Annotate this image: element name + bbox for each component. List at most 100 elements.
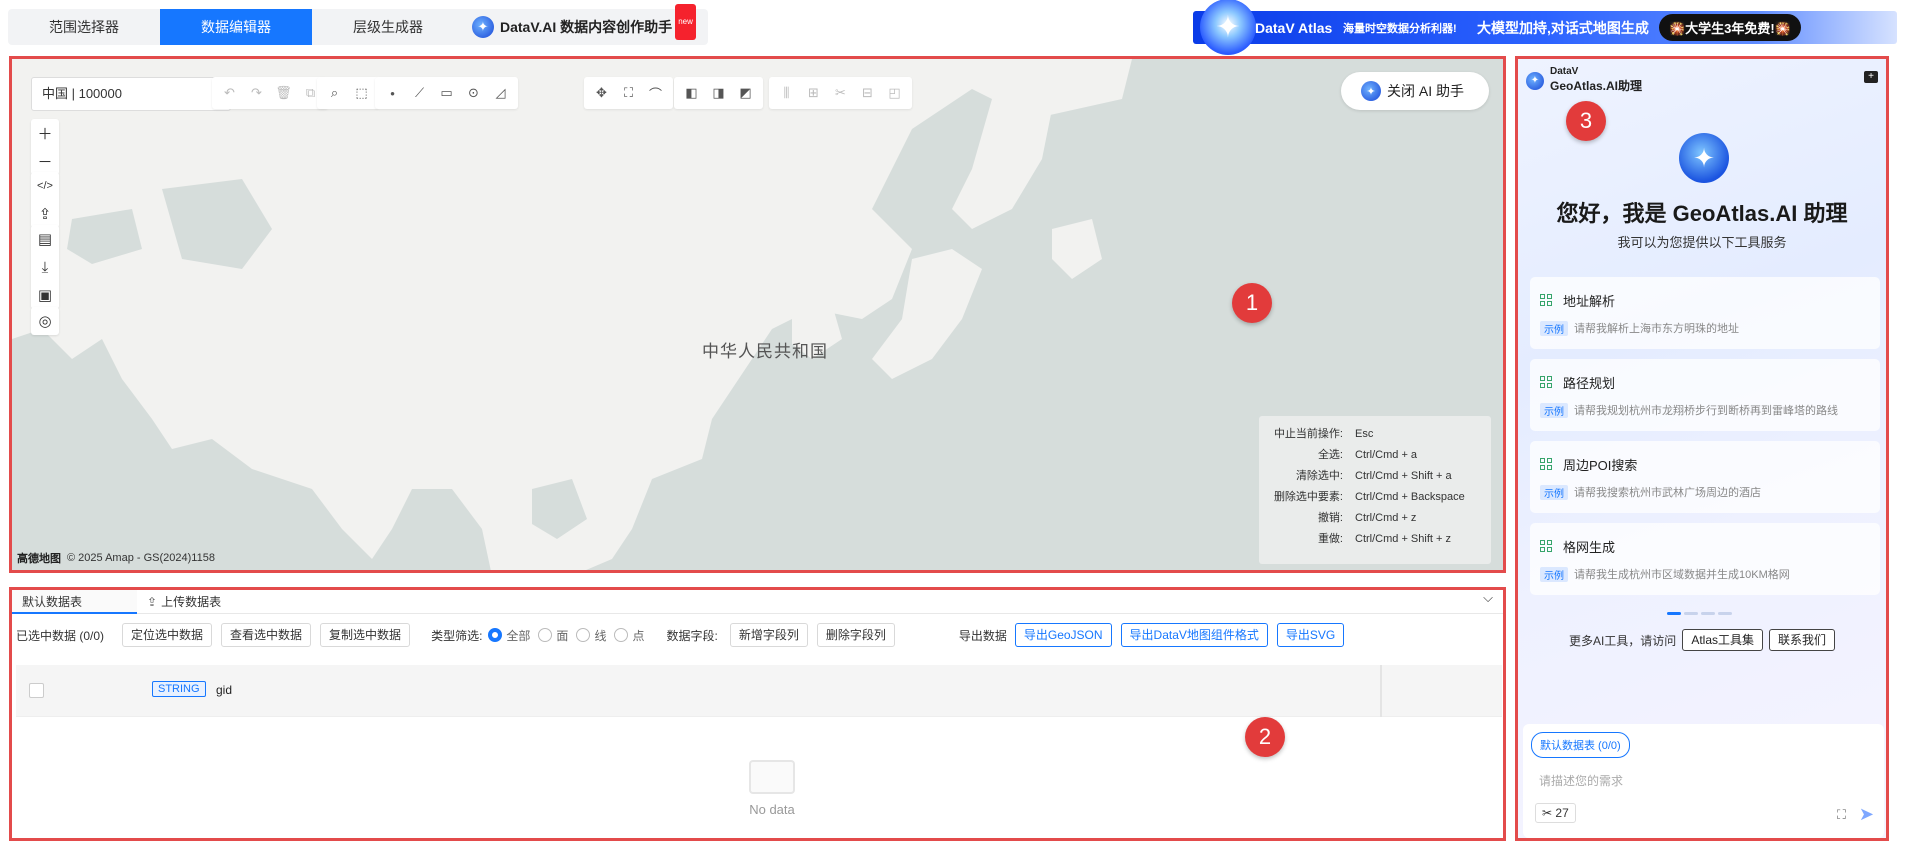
tab-range-selector[interactable]: 范围选择器 bbox=[8, 9, 160, 45]
point-select-icon[interactable]: ⌕ bbox=[321, 79, 348, 107]
shortcut-action: 中止当前操作: bbox=[1273, 428, 1343, 440]
radio-dot bbox=[488, 628, 503, 642]
redo-icon[interactable]: ↷ bbox=[243, 79, 270, 107]
draw-line-icon[interactable]: ⟋ bbox=[406, 79, 433, 107]
example-tag: 示例 bbox=[1540, 402, 1568, 418]
promo-banner[interactable]: ✦ DataV Atlas 海量时空数据分析利器! 大模型加持,对话式地图生成 … bbox=[1193, 0, 1897, 55]
cut-icon[interactable]: ✂ bbox=[827, 79, 854, 107]
map-canvas[interactable]: 中国 | 100000 ⌄ ↶ ↷ 🗑 ⧉ ⌕ ⬚ • ⟋ ▭ ⊙ ◿ ✥ ⛶ … bbox=[9, 56, 1506, 573]
upload-icon: ⇪ bbox=[147, 595, 158, 609]
carousel-dots[interactable] bbox=[1667, 612, 1735, 615]
undo-icon[interactable]: ↶ bbox=[216, 79, 243, 107]
draw-point-icon[interactable]: • bbox=[379, 79, 406, 107]
tab-level-generator[interactable]: 层级生成器 bbox=[312, 9, 464, 45]
tool-card-poi[interactable]: 周边POI搜索 示例 请帮我搜索杭州市武林广场周边的酒店 bbox=[1530, 441, 1880, 513]
ai-greeting: 您好，我是 GeoAtlas.AI 助理 bbox=[1556, 201, 1848, 226]
amap-logo[interactable]: 高德地图 bbox=[17, 550, 61, 566]
union-icon[interactable]: ◧ bbox=[678, 79, 705, 107]
code-icon[interactable]: </> bbox=[31, 172, 59, 200]
shortcut-key: Ctrl/Cmd + a bbox=[1355, 449, 1418, 461]
tab-datav-ai[interactable]: ✦ DataV.AI 数据内容创作助手 new bbox=[464, 4, 708, 45]
filter-all-radio[interactable]: 全部 bbox=[488, 627, 530, 644]
tab-upload-table[interactable]: ⇪ 上传数据表 bbox=[137, 590, 231, 614]
shortcut-help: 中止当前操作: Esc 全选: Ctrl/Cmd + a 清除选中: Ctrl/Cmd… bbox=[1259, 416, 1491, 564]
transform-tools: ✥ ⛶ ⌒ bbox=[584, 77, 673, 109]
upload-icon[interactable]: ⇪ bbox=[31, 200, 59, 228]
radio-dot bbox=[576, 628, 591, 642]
view-selected-button[interactable]: 查看选中数据 bbox=[221, 623, 312, 647]
download-icon[interactable]: ⤓ bbox=[31, 253, 59, 281]
zoom-in-icon[interactable]: ＋ bbox=[31, 119, 59, 147]
card-title: 周边POI搜索 bbox=[1563, 458, 1638, 473]
region-select[interactable]: 中国 | 100000 ⌄ bbox=[31, 77, 231, 111]
locate-icon[interactable]: ◎ bbox=[31, 307, 59, 335]
geoatlas-logo-icon: ✦ bbox=[1526, 71, 1544, 90]
merge-icon[interactable]: ⊞ bbox=[800, 79, 827, 107]
copy-selected-button[interactable]: 复制选中数据 bbox=[320, 623, 411, 647]
select-all-checkbox[interactable] bbox=[29, 683, 44, 698]
shortcut-row: 删除选中要素: Ctrl/Cmd + Backspace bbox=[1269, 487, 1481, 508]
send-icon[interactable]: ➤ bbox=[1859, 804, 1874, 825]
box-select-icon[interactable]: ⬚ bbox=[348, 79, 375, 107]
tool-card-route[interactable]: 路径规划 示例 请帮我规划杭州市龙翔桥步行到断桥再到雷峰塔的路线 bbox=[1530, 359, 1880, 431]
filter-polygon-radio[interactable]: 面 bbox=[538, 627, 568, 644]
locate-selected-button[interactable]: 定位选中数据 bbox=[122, 623, 213, 647]
scale-icon[interactable]: ⛶ bbox=[615, 79, 642, 107]
filter-point-radio[interactable]: 点 bbox=[614, 627, 644, 644]
ai-panel-header: ✦ DataV GeoAtlas.AI助理 bbox=[1526, 67, 1642, 94]
export-geojson-button[interactable]: 导出GeoJSON bbox=[1014, 623, 1112, 647]
banner-tagline: 海量时空数据分析利器! bbox=[1343, 22, 1457, 35]
tools-count-button[interactable]: ✂ 27 bbox=[1535, 803, 1576, 823]
annotation-marker-3: 3 bbox=[1566, 101, 1606, 141]
split-tools: ⫼ ⊞ ✂ ⊟ ◰ bbox=[769, 77, 912, 109]
rotate-icon[interactable]: ⌒ bbox=[642, 79, 669, 107]
delete-icon[interactable]: 🗑 bbox=[270, 79, 297, 107]
column-header-gid[interactable]: gid bbox=[216, 683, 232, 697]
dataset-tag[interactable]: 默认数据表 (0/0) bbox=[1531, 732, 1630, 758]
card-title: 地址解析 bbox=[1563, 294, 1616, 309]
tool-card-grid[interactable]: 格网生成 示例 请帮我生成杭州市区域数据并生成10KM格网 bbox=[1530, 523, 1880, 595]
tab-default-table[interactable]: 默认数据表 bbox=[12, 590, 138, 614]
draw-rectangle-icon[interactable]: ▭ bbox=[433, 79, 460, 107]
grid-icon[interactable]: ⊟ bbox=[854, 79, 881, 107]
chat-input[interactable]: 请描述您的需求 bbox=[1539, 772, 1623, 789]
expand-icon[interactable]: ⛶ bbox=[1837, 807, 1846, 823]
shortcut-action: 撤销: bbox=[1317, 512, 1343, 524]
datav-ai-label: DataV.AI 数据内容创作助手 bbox=[500, 19, 673, 35]
atlas-tools-button[interactable]: Atlas工具集 bbox=[1682, 629, 1763, 651]
delete-field-button[interactable]: 删除字段列 bbox=[816, 623, 895, 647]
document-icon[interactable]: ▤ bbox=[31, 225, 59, 253]
card-example: 请帮我生成杭州市区域数据并生成10KM格网 bbox=[1574, 569, 1790, 581]
grid-icon bbox=[1540, 376, 1553, 389]
filter-line-radio[interactable]: 线 bbox=[576, 627, 606, 644]
intersect-icon[interactable]: ◨ bbox=[705, 79, 732, 107]
contact-us-button[interactable]: 联系我们 bbox=[1769, 629, 1836, 651]
banner-brand: DataV Atlas bbox=[1255, 19, 1333, 36]
image-icon[interactable]: ▣ bbox=[31, 281, 59, 309]
tool-card-geocode[interactable]: 地址解析 示例 请帮我解析上海市东方明珠的地址 bbox=[1530, 277, 1880, 349]
example-tag: 示例 bbox=[1540, 566, 1568, 582]
split-icon[interactable]: ⫼ bbox=[773, 79, 800, 107]
difference-icon[interactable]: ◩ bbox=[732, 79, 759, 107]
move-icon[interactable]: ✥ bbox=[588, 79, 615, 107]
brand-small: DataV bbox=[1550, 66, 1579, 77]
collapse-icon[interactable]: ⌵ bbox=[1483, 590, 1493, 606]
tools-icon: ✂ bbox=[1542, 806, 1553, 820]
zoom-out-icon[interactable]: － bbox=[31, 147, 59, 175]
data-table-panel: 默认数据表 ⇪ 上传数据表 ⌵ 已选中数据 (0/0) 定位选中数据 查看选中数据… bbox=[9, 587, 1506, 841]
export-svg-button[interactable]: 导出SVG bbox=[1276, 623, 1345, 647]
table-header: STRING gid bbox=[16, 665, 1502, 717]
add-field-button[interactable]: 新增字段列 bbox=[729, 623, 808, 647]
clip-icon[interactable]: ◰ bbox=[881, 79, 908, 107]
toggle-ai-assistant-button[interactable]: ✦ 关闭 AI 助手 bbox=[1341, 72, 1489, 110]
toggle-ai-assistant-label: 关闭 AI 助手 bbox=[1387, 83, 1465, 99]
shortcut-action: 清除选中: bbox=[1295, 470, 1343, 482]
tab-data-editor[interactable]: 数据编辑器 bbox=[160, 9, 312, 45]
draw-circle-icon[interactable]: ⊙ bbox=[460, 79, 487, 107]
export-datav-button[interactable]: 导出DataV地图组件格式 bbox=[1120, 623, 1268, 647]
column-divider[interactable] bbox=[1380, 665, 1382, 717]
draw-polygon-icon[interactable]: ◿ bbox=[487, 79, 514, 107]
banner-promo-button[interactable]: 🎇大学生3年免费!🎇 bbox=[1659, 14, 1801, 41]
new-chat-icon[interactable]: + bbox=[1864, 71, 1878, 83]
more-tools-text: 更多AI工具，请访问 bbox=[1568, 633, 1677, 648]
